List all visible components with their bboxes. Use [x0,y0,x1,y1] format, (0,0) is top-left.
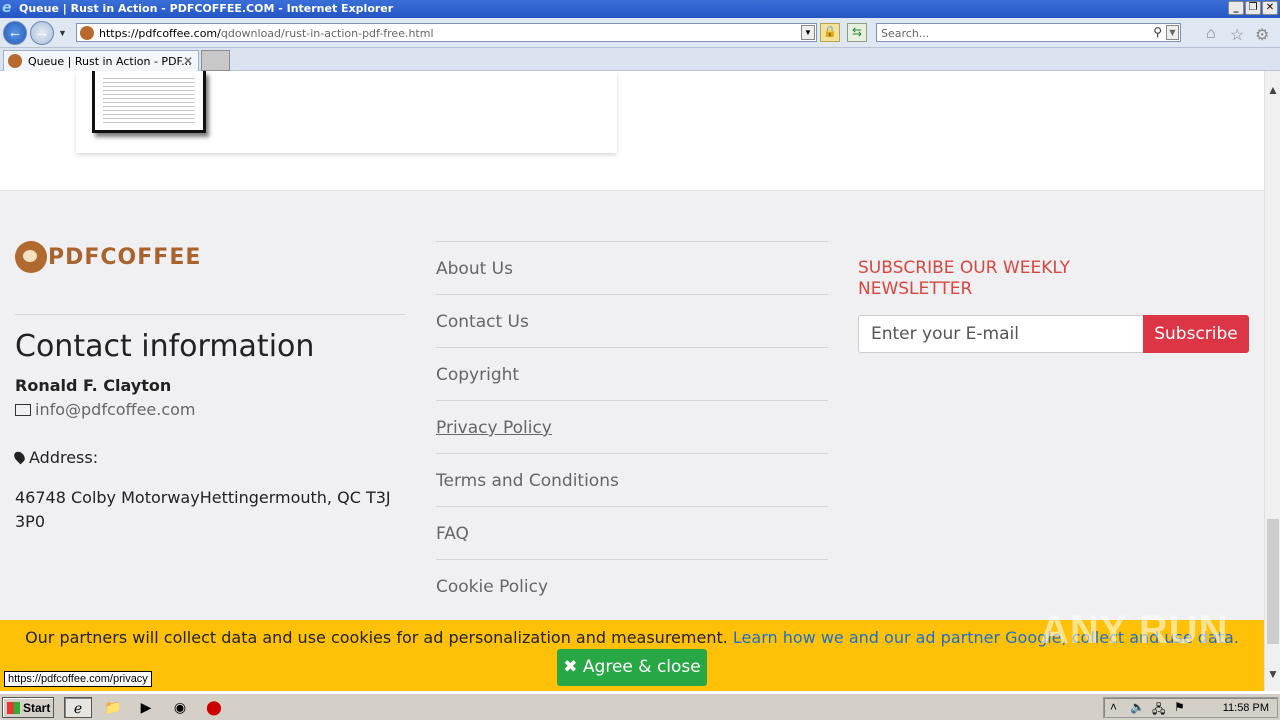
history-dropdown-icon[interactable]: ▼ [58,28,67,38]
agree-close-label: Agree & close [582,657,701,677]
tray-expand-icon[interactable]: ˄ [1110,700,1117,714]
search-placeholder: Search... [881,27,930,40]
search-icon[interactable]: ⚲ [1153,25,1162,39]
page-scrollbar[interactable]: ▲ ▼ [1264,71,1280,691]
coffee-logo-icon [15,241,47,273]
address-label: Address: [12,448,99,467]
start-button[interactable]: Start [2,697,54,718]
window-titlebar: e Queue | Rust in Action - PDFCOFFEE.COM… [0,0,1280,18]
taskbar-folder-icon[interactable]: 📁 [99,697,127,718]
footer-link-cookie-policy[interactable]: Cookie Policy [436,560,828,613]
divider [15,314,405,315]
envelope-icon [15,404,31,416]
restore-button[interactable]: ❐ [1245,1,1261,15]
footer-link-privacy-policy[interactable]: Privacy Policy [436,401,828,454]
page-viewport: PDFCOFFEE Contact information Ronald F. … [0,71,1264,691]
taskbar: Start ℯ 📁 ▶ ◉ ⬤ ˄ 🔈 🖧 ⚑ 11:58 PM [0,693,1280,720]
newsletter-title: SUBSCRIBE OUR WEEKLY NEWSLETTER [858,258,1070,299]
network-icon[interactable]: 🖧 [1152,700,1165,720]
footer-links: About Us Contact Us Copyright Privacy Po… [436,241,828,613]
volume-icon[interactable]: 🔈 [1130,700,1145,714]
home-icon[interactable]: ⌂ [1206,25,1216,43]
footer-link-terms[interactable]: Terms and Conditions [436,454,828,507]
address-bar[interactable]: https://pdfcoffee.com/qdownload/rust-in-… [76,23,817,42]
footer-link-copyright[interactable]: Copyright [436,348,828,401]
footer-link-faq[interactable]: FAQ [436,507,828,560]
book-page-lines [103,75,195,124]
taskbar-stop-icon[interactable]: ⬤ [200,697,228,718]
address-dropdown-icon[interactable]: ▼ [801,25,815,40]
arrow-left-icon: ← [7,24,23,41]
back-button[interactable]: ← [3,21,27,45]
scroll-thumb[interactable] [1267,519,1279,644]
url-host: https://pdfcoffee.com/ [99,27,221,40]
start-label: Start [23,701,51,715]
scroll-down-icon[interactable]: ▼ [1267,667,1279,681]
refresh-icon[interactable]: ⇆ [847,23,867,42]
search-input[interactable]: Search... ⚲ ▼ [876,23,1181,42]
windows-logo-icon [7,702,20,714]
address-text: 46748 Colby MotorwayHettingermouth, QC T… [15,488,391,531]
system-tray: ˄ 🔈 🖧 ⚑ 11:58 PM [1103,697,1278,718]
search-dropdown-icon[interactable]: ▼ [1166,25,1179,40]
content-top-band [0,71,1264,191]
gear-icon[interactable]: ⚙ [1255,25,1269,45]
tab-favicon-icon [8,54,22,68]
taskbar-media-player-icon[interactable]: ▶ [132,697,160,718]
forward-button[interactable]: → [30,21,54,45]
tab-queue-rust-in-action[interactable]: Queue | Rust in Action - PDF... ✕ [3,50,199,71]
cookie-message-text: Our partners will collect data and use c… [25,628,728,647]
new-tab-button[interactable] [201,50,230,71]
taskbar-chrome-icon[interactable]: ◉ [166,697,194,718]
clock[interactable]: 11:58 PM [1223,702,1269,714]
minimize-button[interactable]: _ [1228,1,1244,15]
site-favicon-icon [80,26,94,40]
contact-email: info@pdfcoffee.com [15,400,196,419]
arrow-right-icon: → [34,24,50,41]
subscribe-button[interactable]: Subscribe [1143,315,1249,353]
url-path: qdownload/rust-in-action-pdf-free.html [220,27,434,40]
book-thumbnail[interactable] [92,71,206,133]
contact-person: Ronald F. Clayton [15,376,172,395]
address-url[interactable]: https://pdfcoffee.com/qdownload/rust-in-… [99,27,434,40]
footer-link-about-us[interactable]: About Us [436,242,828,295]
map-marker-icon [12,449,27,465]
action-center-flag-icon[interactable]: ⚑ [1174,700,1185,714]
email-link[interactable]: info@pdfcoffee.com [35,400,196,419]
lock-icon[interactable]: 🔒 [820,23,840,42]
scroll-up-icon[interactable]: ▲ [1267,83,1279,97]
tab-row: Queue | Rust in Action - PDF... ✕ [0,48,1280,71]
close-window-button[interactable]: ✕ [1262,1,1278,15]
navigation-bar: ← → ▼ https://pdfcoffee.com/qdownload/ru… [0,18,1280,48]
anyrun-watermark: ANY RUN [1040,608,1229,652]
status-url: https://pdfcoffee.com/privacy [4,671,152,687]
logo-text: PDFCOFFEE [48,245,202,270]
window-title: Queue | Rust in Action - PDFCOFFEE.COM -… [19,2,394,15]
close-x-icon: ✖ [563,657,578,677]
taskbar-internet-explorer-icon[interactable]: ℯ [64,697,92,718]
favorites-star-icon[interactable]: ☆ [1230,25,1244,45]
tab-label: Queue | Rust in Action - PDF... [28,55,192,68]
agree-close-button[interactable]: ✖ Agree & close [557,649,707,686]
footer-link-contact-us[interactable]: Contact Us [436,295,828,348]
contact-title: Contact information [15,329,315,364]
newsletter-email-input[interactable]: Enter your E-mail [858,315,1144,353]
address-label-text: Address: [29,448,99,467]
internet-explorer-icon: e [2,0,12,16]
close-tab-icon[interactable]: ✕ [183,54,193,68]
